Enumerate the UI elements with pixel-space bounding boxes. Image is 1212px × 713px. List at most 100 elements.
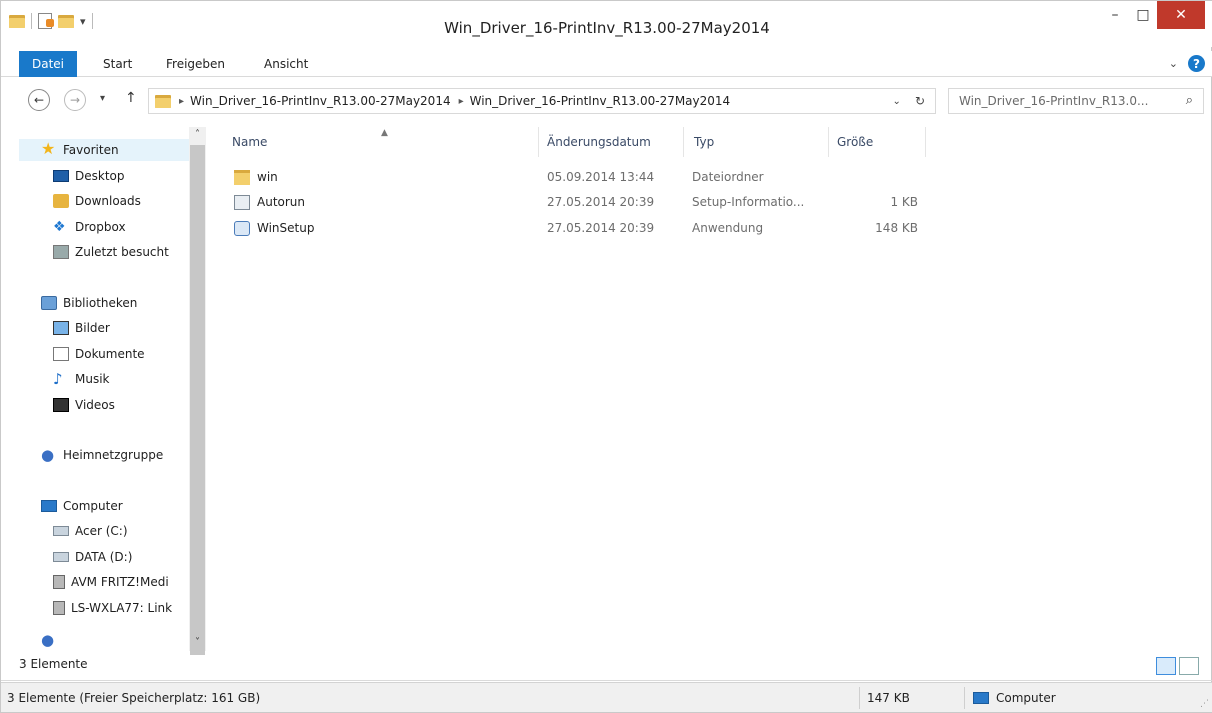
nav-drive-d[interactable]: DATA (D:) [53,546,132,568]
downloads-icon [53,194,69,208]
nav-desktop[interactable]: Desktop [53,165,125,187]
address-tail: ⌄ ↻ [893,89,935,113]
address-dropdown-icon[interactable]: ⌄ [893,96,901,107]
nav-label: Heimnetzgruppe [63,448,164,462]
desktop-icon [53,170,69,182]
nav-label: Desktop [75,169,125,183]
nav-favorites[interactable]: ★ Favoriten [19,139,189,161]
network-icon: ● [41,633,55,647]
nav-recent[interactable]: Zuletzt besucht [53,241,169,263]
window-controls: – □ ✕ [1101,1,1205,29]
file-size [829,165,918,190]
file-name: win [257,170,278,184]
search-input[interactable]: Win_Driver_16-PrintInv_R13.0... ⌕ [948,88,1204,114]
status-divider [859,687,860,709]
ribbon-right-controls: ⌄ ? [1169,55,1205,72]
table-row[interactable]: WinSetup 27.05.2014 20:39 Anwendung 148 … [209,216,929,241]
recent-locations-icon[interactable]: ▾ [100,93,105,104]
nav-pictures[interactable]: Bilder [53,317,110,339]
nav-fritz-media[interactable]: AVM FRITZ!Medi [53,571,169,593]
search-icon[interactable]: ⌕ [1186,93,1193,108]
file-size: 148 KB [875,221,918,235]
scroll-up-icon[interactable]: ˄ [189,127,206,143]
nav-label: Musik [75,372,110,386]
up-button[interactable]: ↑ [125,90,137,106]
nav-label: Acer (C:) [75,524,128,538]
nav-music[interactable]: ♪ Musik [53,368,110,390]
view-toggle [1156,657,1199,675]
column-header-type[interactable]: Typ [684,127,829,157]
network-media-icon [53,601,65,615]
nav-network-partial[interactable]: ● [41,633,57,647]
scroll-down-icon[interactable]: ˅ [189,635,206,651]
homegroup-icon: ● [41,446,55,464]
nav-ls-link[interactable]: LS-WXLA77: Link [53,597,172,619]
column-header-name[interactable]: Name ▲ [209,127,539,157]
file-date: 05.09.2014 13:44 [547,170,655,184]
title-bar: ▾ Win_Driver_16-PrintInv_R13.00-27May201… [1,1,1212,47]
forward-button[interactable]: → [64,89,86,111]
tab-datei[interactable]: Datei [19,51,77,77]
music-icon: ♪ [53,370,63,388]
back-button[interactable]: ← [28,89,50,111]
breadcrumb-separator-icon[interactable]: ▸ [179,96,184,107]
scroll-thumb[interactable] [190,145,205,655]
column-header-size[interactable]: Größe [829,127,926,157]
resize-grip-icon[interactable]: ⋰ [1200,699,1209,709]
file-type: Dateiordner [692,170,764,184]
navigation-pane: ★ Favoriten Desktop Downloads ❖ Dropbox … [19,127,206,651]
nav-label: AVM FRITZ!Medi [71,575,169,589]
column-label: Name [232,135,268,149]
refresh-icon[interactable]: ↻ [915,94,925,108]
sort-ascending-icon: ▲ [381,128,388,138]
address-bar[interactable]: ▸ Win_Driver_16-PrintInv_R13.00-27May201… [148,88,936,114]
maximize-button[interactable]: □ [1129,1,1157,29]
expand-ribbon-icon[interactable]: ⌄ [1169,57,1178,70]
column-label: Typ [694,135,715,149]
application-icon [234,221,250,236]
status-bar: 3 Elemente (Freier Speicherplatz: 161 GB… [1,682,1212,712]
computer-icon [973,692,989,704]
computer-icon [41,500,57,512]
breadcrumb-separator-icon[interactable]: ▸ [459,96,464,107]
column-header-date[interactable]: Änderungsdatum [539,127,684,157]
nav-downloads[interactable]: Downloads [53,190,141,212]
nav-label: Bibliotheken [63,296,138,310]
nav-dropbox[interactable]: ❖ Dropbox [53,216,126,238]
explorer-window: ▾ Win_Driver_16-PrintInv_R13.00-27May201… [0,0,1212,713]
setup-info-icon [234,195,250,210]
details-view-button[interactable] [1156,657,1176,675]
network-media-icon [53,575,65,589]
table-row[interactable]: win 05.09.2014 13:44 Dateiordner [209,165,929,190]
help-icon[interactable]: ? [1188,55,1205,72]
nav-homegroup[interactable]: ● Heimnetzgruppe [41,444,163,466]
status-location: Computer [996,691,1056,705]
minimize-button[interactable]: – [1101,1,1129,29]
nav-computer[interactable]: Computer [41,495,123,517]
large-icons-view-button[interactable] [1179,657,1199,675]
breadcrumb-item[interactable]: Win_Driver_16-PrintInv_R13.00-27May2014 [190,94,451,108]
window-title: Win_Driver_16-PrintInv_R13.00-27May2014 [444,19,770,37]
folder-icon [234,170,250,185]
address-row: ← → ▾ ↑ ▸ Win_Driver_16-PrintInv_R13.00-… [1,85,1212,117]
file-size: 1 KB [890,195,918,209]
status-size: 147 KB [867,691,910,705]
pictures-icon [53,321,69,335]
tab-freigeben[interactable]: Freigeben [166,51,225,77]
nav-libraries[interactable]: Bibliotheken [41,292,137,314]
nav-videos[interactable]: Videos [53,394,115,416]
close-button[interactable]: ✕ [1157,1,1205,29]
search-placeholder: Win_Driver_16-PrintInv_R13.0... [959,94,1149,108]
nav-scrollbar[interactable]: ˄ ˅ [189,127,206,655]
tab-start[interactable]: Start [103,51,132,77]
nav-label: LS-WXLA77: Link [71,601,173,615]
file-type: Setup-Informatio... [692,195,805,209]
table-row[interactable]: Autorun 27.05.2014 20:39 Setup-Informati… [209,190,929,215]
tab-ansicht[interactable]: Ansicht [264,51,308,77]
nav-documents[interactable]: Dokumente [53,343,145,365]
breadcrumb-item[interactable]: Win_Driver_16-PrintInv_R13.00-27May2014 [470,94,731,108]
drive-c-icon [53,526,69,536]
nav-label: Downloads [75,194,141,208]
star-icon: ★ [41,139,56,158]
nav-drive-c[interactable]: Acer (C:) [53,520,128,542]
